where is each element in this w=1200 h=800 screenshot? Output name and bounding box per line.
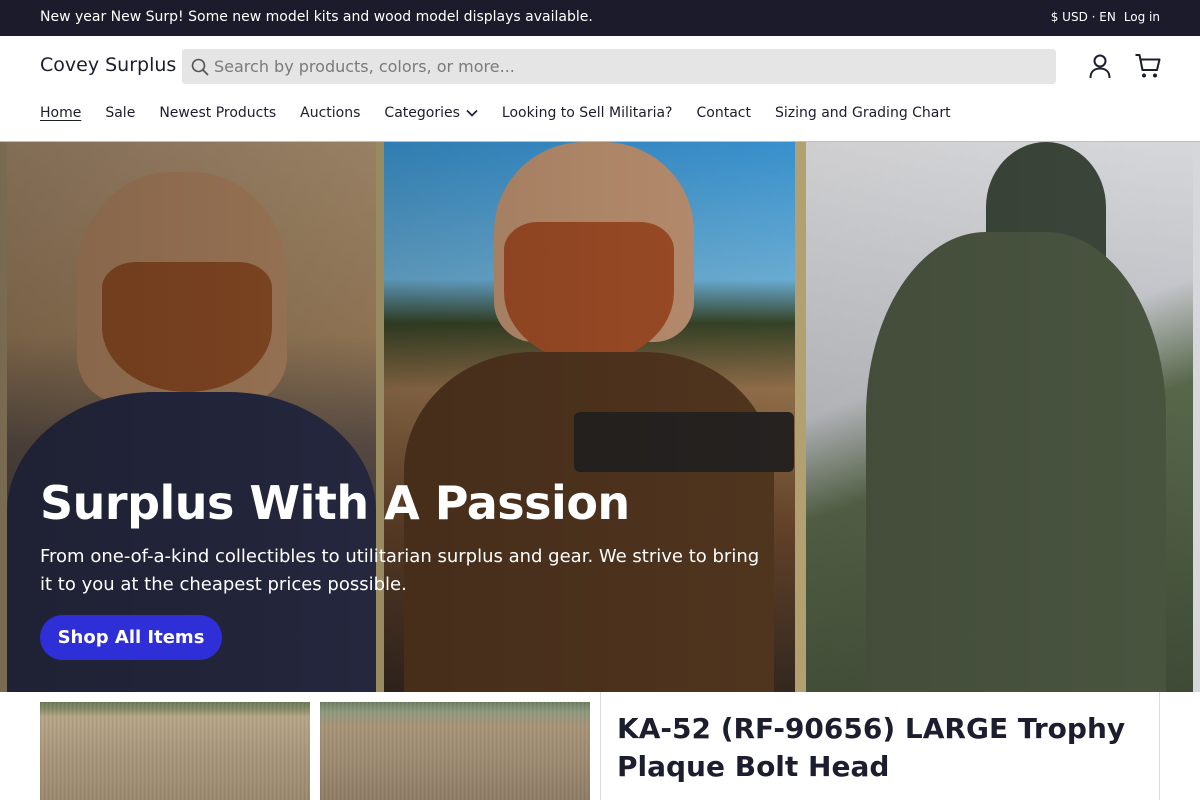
main-navigation: Home Sale Newest Products Auctions Categ… <box>40 105 975 121</box>
product-divider <box>1159 692 1160 800</box>
nav-item-sale[interactable]: Sale <box>105 105 135 121</box>
nav-item-contact[interactable]: Contact <box>697 105 751 121</box>
nav-item-sell-militaria[interactable]: Looking to Sell Militaria? <box>502 105 673 121</box>
product-divider <box>600 692 601 800</box>
nav-item-home[interactable]: Home <box>40 105 81 121</box>
search-input[interactable] <box>214 57 1034 76</box>
announcement-message: New year New Surp! Some new model kits a… <box>40 9 593 25</box>
currency-language-selector[interactable]: $ USD · EN <box>1051 10 1116 24</box>
search-bar[interactable] <box>182 49 1056 84</box>
nav-item-categories-label: Categories <box>384 105 460 121</box>
shop-all-items-button[interactable]: Shop All Items <box>40 615 222 660</box>
nav-item-categories[interactable]: Categories <box>384 105 478 121</box>
product-image-1[interactable] <box>40 702 310 800</box>
site-header: Covey Surplus Home Sale Newest Products … <box>0 36 1200 142</box>
wood-grain-texture <box>40 702 310 800</box>
store-logo[interactable]: Covey Surplus <box>40 54 176 76</box>
announcement-links: $ USD · EN Log in <box>1051 10 1160 24</box>
nav-item-auctions[interactable]: Auctions <box>300 105 360 121</box>
chevron-down-icon <box>466 109 478 117</box>
login-link[interactable]: Log in <box>1124 10 1160 24</box>
wood-grain-texture <box>320 702 590 800</box>
hero-overlay <box>0 142 1200 692</box>
featured-product: KA-52 (RF-90656) LARGE Trophy Plaque Bol… <box>0 692 1200 800</box>
account-icon[interactable] <box>1088 53 1112 79</box>
product-image-2[interactable] <box>320 702 590 800</box>
hero-title: Surplus With A Passion <box>40 476 630 530</box>
product-title: KA-52 (RF-90656) LARGE Trophy Plaque Bol… <box>617 712 1126 783</box>
nav-item-newest-products[interactable]: Newest Products <box>159 105 276 121</box>
search-icon[interactable] <box>191 58 209 76</box>
nav-item-sizing-chart[interactable]: Sizing and Grading Chart <box>775 105 951 121</box>
announcement-bar: New year New Surp! Some new model kits a… <box>0 0 1200 36</box>
hero-subtitle: From one-of-a-kind collectibles to utili… <box>40 546 760 595</box>
cart-icon[interactable] <box>1134 52 1162 80</box>
hero-banner: Surplus With A Passion From one-of-a-kin… <box>0 142 1200 692</box>
